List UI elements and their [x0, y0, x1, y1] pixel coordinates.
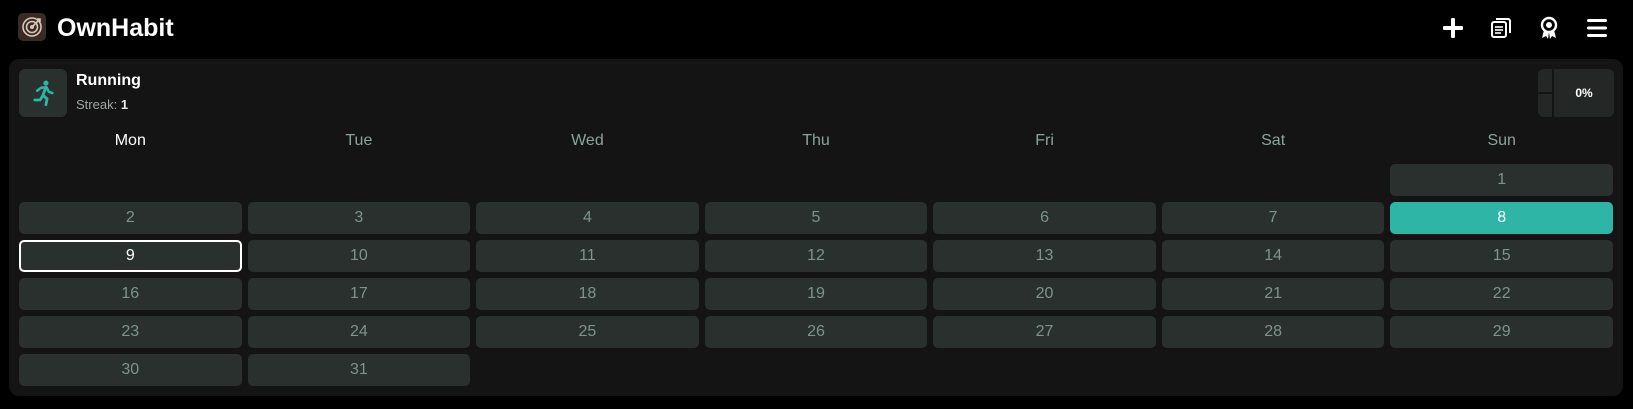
day-cell-22[interactable]: 22 [1390, 278, 1613, 310]
day-cell-18[interactable]: 18 [476, 278, 699, 310]
main-menu-button[interactable] [1582, 13, 1612, 43]
habit-icon-box[interactable] [19, 69, 67, 117]
empty-day-cell [476, 164, 699, 196]
day-cell-5[interactable]: 5 [704, 202, 928, 234]
day-cell-21[interactable]: 21 [1161, 278, 1385, 310]
day-cell-17[interactable]: 17 [247, 278, 471, 310]
day-cell-13[interactable]: 13 [933, 240, 1156, 272]
day-cell-20[interactable]: 20 [933, 278, 1156, 310]
day-cell-6[interactable]: 6 [933, 202, 1156, 234]
award-icon [1540, 16, 1558, 39]
day-cell-1[interactable]: 1 [1390, 164, 1613, 196]
day-cell-24[interactable]: 24 [247, 316, 471, 348]
day-cell-12[interactable]: 12 [704, 240, 928, 272]
empty-day-cell [19, 164, 242, 196]
day-cell-14[interactable]: 14 [1161, 240, 1385, 272]
day-cell-26[interactable]: 26 [704, 316, 928, 348]
day-cell-10[interactable]: 10 [247, 240, 471, 272]
day-cell-15[interactable]: 15 [1390, 240, 1613, 272]
day-cell-11[interactable]: 11 [476, 240, 699, 272]
empty-day-cell [705, 164, 928, 196]
day-cell-3[interactable]: 3 [247, 202, 471, 234]
day-cell-2[interactable]: 2 [19, 202, 242, 234]
empty-day-cell [248, 164, 471, 196]
day-cell-30[interactable]: 30 [19, 354, 242, 386]
weekday-mon: Mon [114, 132, 146, 149]
plus-icon [1443, 18, 1463, 38]
streak-text: Streak: 1 [76, 97, 128, 112]
app-title[interactable]: OwnHabit [57, 13, 174, 43]
menu-icon [1587, 19, 1607, 37]
empty-day-cell [933, 164, 1156, 196]
target-icon [22, 17, 42, 37]
weekday-thu: Thu [802, 132, 830, 149]
weekday-sat: Sat [1261, 132, 1286, 149]
habit-name[interactable]: Running [76, 72, 141, 90]
day-cell-8[interactable]: 8 [1390, 202, 1613, 234]
day-cell-28[interactable]: 28 [1161, 316, 1385, 348]
top-bar: OwnHabit [0, 0, 1633, 56]
habit-card: Running Streak: 1 0% Mon Tue Wed Thu Fri Sat S… [9, 59, 1623, 396]
day-cell-4[interactable]: 4 [476, 202, 699, 234]
weekday-wed: Wed [571, 132, 604, 149]
weekday-tue: Tue [345, 132, 373, 149]
day-cell-9[interactable]: 9 [19, 240, 242, 272]
add-habit-button[interactable] [1438, 13, 1468, 43]
notebook-button[interactable] [1486, 13, 1516, 43]
achievements-button[interactable] [1534, 13, 1564, 43]
streak-label: Streak: [76, 97, 118, 112]
day-cell-25[interactable]: 25 [476, 316, 699, 348]
weekday-fri: Fri [1035, 132, 1054, 149]
day-cell-27[interactable]: 27 [933, 316, 1156, 348]
notebook-icon [1491, 18, 1511, 38]
empty-day-cell [1162, 164, 1385, 196]
day-cell-31[interactable]: 31 [247, 354, 471, 386]
progress-indicator[interactable]: 0% [1538, 69, 1614, 117]
progress-percent: 0% [1575, 86, 1593, 100]
day-cell-7[interactable]: 7 [1161, 202, 1385, 234]
day-cell-23[interactable]: 23 [19, 316, 242, 348]
weekday-header: Mon Tue Wed Thu Fri Sat Sun [19, 131, 1613, 151]
app-logo[interactable] [18, 13, 46, 41]
day-cell-19[interactable]: 19 [704, 278, 928, 310]
progress-segment [1538, 69, 1554, 117]
running-person-icon [33, 80, 54, 107]
day-cell-29[interactable]: 29 [1390, 316, 1613, 348]
calendar-grid: 1 2 3 4 5 6 7 8 9 10 11 12 13 14 15 16 17 18 19 20 21 22 23 24 2… [19, 164, 1613, 386]
streak-value: 1 [120, 97, 129, 112]
weekday-sun: Sun [1487, 132, 1516, 149]
day-cell-16[interactable]: 16 [19, 278, 242, 310]
